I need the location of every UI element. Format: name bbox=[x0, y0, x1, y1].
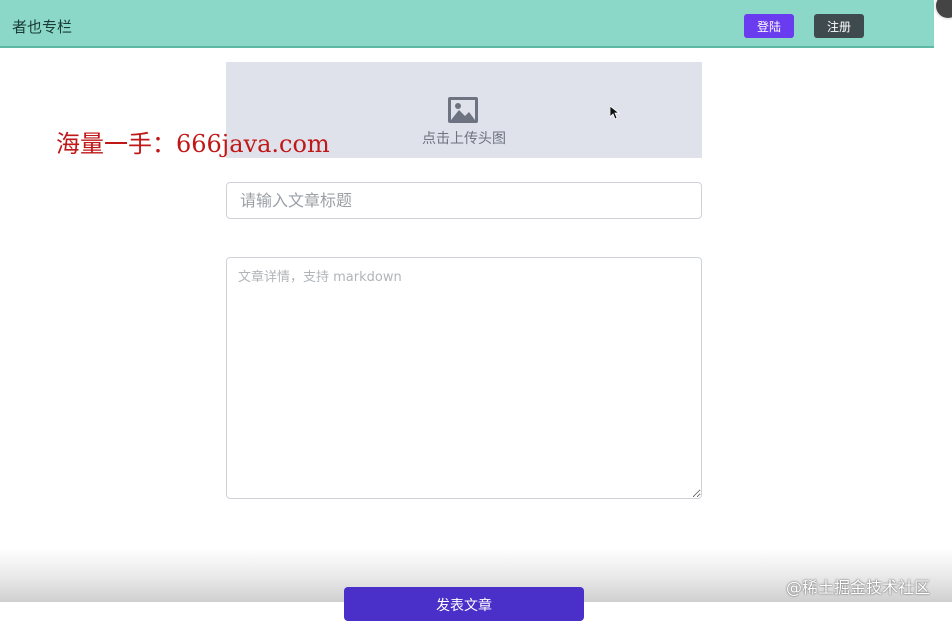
top-navbar: 者也专栏 登陆 注册 bbox=[0, 0, 934, 48]
register-button[interactable]: 注册 bbox=[814, 14, 864, 38]
mouse-cursor-icon bbox=[610, 106, 620, 120]
image-icon bbox=[448, 97, 478, 123]
watermark-overlay: 海量一手：666java.com bbox=[56, 130, 330, 158]
article-content-textarea[interactable] bbox=[226, 257, 702, 499]
article-title-input[interactable] bbox=[226, 182, 702, 219]
brand-title[interactable]: 者也专栏 bbox=[12, 16, 72, 37]
site-watermark: @稀土掘金技术社区 bbox=[786, 578, 931, 597]
login-button[interactable]: 登陆 bbox=[744, 14, 794, 38]
publish-button[interactable]: 发表文章 bbox=[344, 587, 584, 621]
